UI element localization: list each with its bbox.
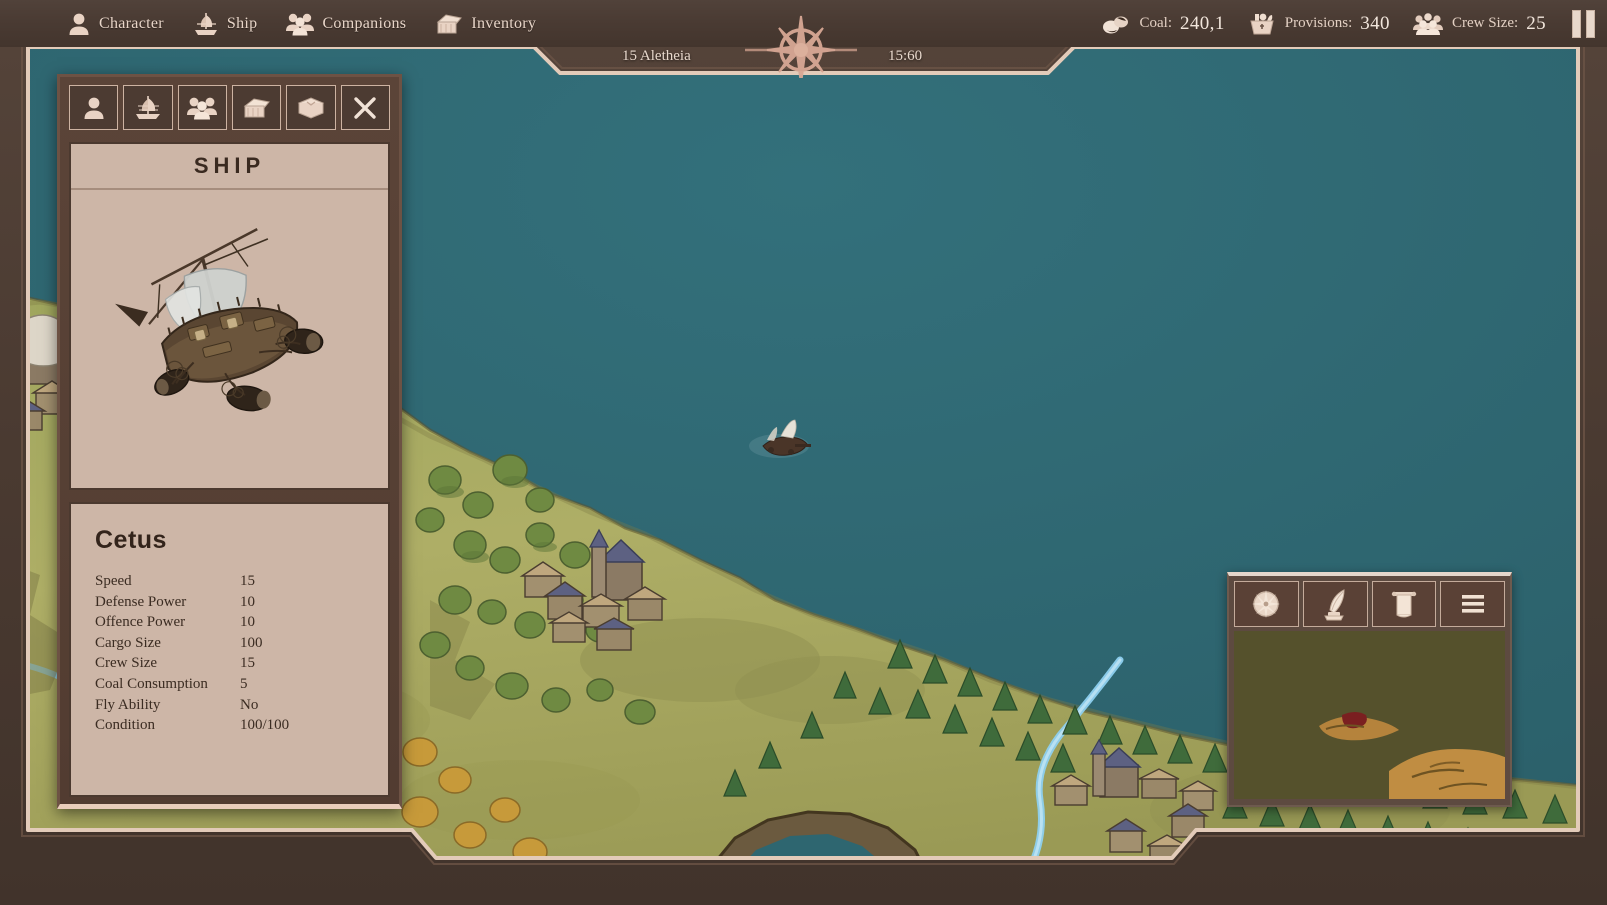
stat-row: Cargo Size 100 bbox=[95, 633, 364, 654]
crew-icon bbox=[1412, 12, 1444, 36]
ship-icon bbox=[135, 95, 160, 119]
menu-item-companions[interactable]: Companions bbox=[285, 11, 420, 37]
minimap-tab-scroll[interactable] bbox=[1371, 581, 1437, 627]
book-icon bbox=[297, 96, 325, 119]
panel-title: SHIP bbox=[71, 144, 388, 190]
stat-value: 10 bbox=[240, 614, 255, 631]
ship-icon bbox=[192, 11, 220, 37]
tab-companions[interactable] bbox=[177, 85, 227, 130]
companions-icon bbox=[187, 97, 218, 119]
stat-row: Crew Size 15 bbox=[95, 653, 364, 674]
stat-key: Crew Size bbox=[95, 655, 158, 672]
stat-value-coal: 240,1 bbox=[1179, 12, 1225, 34]
person-icon bbox=[66, 11, 92, 37]
stat-label-coal: Coal: bbox=[1139, 15, 1172, 31]
menu-label-ship: Ship bbox=[226, 14, 258, 32]
chest-icon bbox=[243, 97, 270, 117]
ship-preview-card: SHIP bbox=[69, 142, 390, 490]
ship-panel: SHIP Cetus Speed 15 Defense Power 10 Off… bbox=[57, 74, 402, 809]
ship-name: Cetus bbox=[95, 526, 167, 554]
stat-key: Coal Consumption bbox=[95, 675, 208, 692]
stat-row: Condition 100/100 bbox=[95, 715, 364, 736]
tab-inventory[interactable] bbox=[231, 85, 282, 130]
stat-value-provisions: 340 bbox=[1360, 12, 1390, 34]
menu-label-inventory: Inventory bbox=[471, 14, 537, 32]
minimap-tab-quill[interactable] bbox=[1302, 581, 1368, 627]
stat-key: Speed bbox=[95, 573, 132, 589]
quill-icon bbox=[1324, 589, 1345, 621]
tab-character[interactable] bbox=[69, 85, 119, 130]
minimap-widget bbox=[1227, 572, 1512, 807]
pause-bar-right bbox=[1586, 9, 1595, 38]
stat-row: Fly Ability No bbox=[95, 695, 364, 716]
menu-item-character[interactable]: Character bbox=[66, 11, 178, 37]
stat-key: Offence Power bbox=[95, 614, 186, 631]
top-resource-stats: Coal: 240,1 Provisions: 340 Crew Size: 2… bbox=[1079, 9, 1607, 38]
menu-item-inventory[interactable]: Inventory bbox=[434, 11, 550, 37]
tab-ship[interactable] bbox=[123, 85, 173, 130]
compass-icon bbox=[1252, 590, 1281, 618]
panel-tab-bar bbox=[69, 85, 390, 130]
stat-value-crew-size: 25 bbox=[1526, 12, 1546, 34]
chest-icon bbox=[434, 11, 464, 37]
stat-label-provisions: Provisions: bbox=[1284, 15, 1353, 31]
stat-key: Defense Power bbox=[95, 593, 187, 610]
menu-label-companions: Companions bbox=[322, 14, 407, 32]
minimap-tab-bar bbox=[1234, 581, 1505, 627]
tab-journal[interactable] bbox=[286, 85, 336, 130]
stat-value: 100/100 bbox=[240, 717, 290, 734]
stat-provisions: Provisions: 340 bbox=[1247, 12, 1390, 36]
ship-stats-list: Speed 15 Defense Power 10 Offence Power … bbox=[95, 571, 364, 736]
stat-row: Defense Power 10 bbox=[95, 592, 364, 613]
basket-icon bbox=[1247, 12, 1277, 36]
stat-value: No bbox=[240, 696, 259, 713]
minimap-canvas[interactable] bbox=[1234, 631, 1505, 799]
stat-value: 15 bbox=[240, 655, 255, 672]
top-menu-items: Character Ship Companions Inventory bbox=[0, 11, 564, 37]
pause-button[interactable] bbox=[1572, 9, 1595, 38]
stat-value: 15 bbox=[240, 573, 255, 589]
ship-stats-card: Cetus Speed 15 Defense Power 10 Offence … bbox=[69, 502, 390, 797]
game-screen: Character Ship Companions Inventory Coal… bbox=[0, 0, 1607, 905]
hamburger-icon bbox=[1461, 595, 1484, 613]
menu-item-ship[interactable]: Ship bbox=[192, 11, 272, 37]
stat-coal: Coal: 240,1 bbox=[1101, 12, 1224, 36]
stat-crew-size: Crew Size: 25 bbox=[1412, 12, 1546, 36]
stat-label-crew-size: Crew Size: bbox=[1451, 15, 1519, 31]
airship-illustration bbox=[71, 190, 388, 488]
stat-key: Condition bbox=[95, 717, 156, 734]
stat-row: Offence Power 10 bbox=[95, 612, 364, 633]
top-menu-bar: Character Ship Companions Inventory Coal… bbox=[0, 0, 1607, 47]
stat-value: 5 bbox=[240, 675, 248, 692]
pause-bar-left bbox=[1572, 9, 1581, 38]
companions-icon bbox=[285, 11, 315, 37]
menu-label-character: Character bbox=[99, 14, 164, 32]
scroll-icon bbox=[1391, 591, 1417, 618]
coal-icon bbox=[1101, 12, 1131, 36]
minimap-tab-compass[interactable] bbox=[1234, 581, 1299, 627]
stat-row: Coal Consumption 5 bbox=[95, 674, 364, 695]
stat-row: Speed 15 bbox=[95, 571, 364, 592]
stat-key: Fly Ability bbox=[95, 696, 161, 713]
person-icon bbox=[84, 97, 104, 119]
close-icon bbox=[354, 96, 376, 119]
stat-value: 100 bbox=[240, 634, 263, 651]
close-panel-button[interactable] bbox=[340, 85, 390, 130]
stat-key: Cargo Size bbox=[95, 634, 161, 651]
minimap-tab-menu[interactable] bbox=[1440, 581, 1505, 627]
stat-value: 10 bbox=[240, 593, 255, 610]
